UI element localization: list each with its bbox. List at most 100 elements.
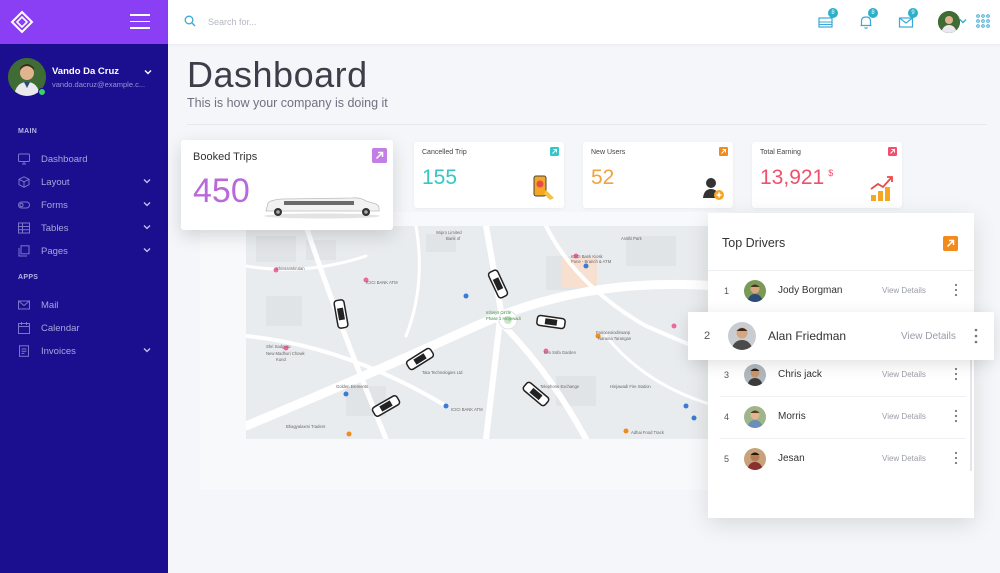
sidebar-item-layout[interactable]: Layout <box>18 173 158 191</box>
driver-row[interactable]: 1 Jody Borgman View Details <box>708 271 974 313</box>
more-vertical-icon[interactable] <box>954 451 958 465</box>
svg-text:Adhai Food Track: Adhai Food Track <box>631 430 665 435</box>
sidebar-item-label: Pages <box>41 245 68 257</box>
view-details-link[interactable]: View Details <box>882 370 926 379</box>
sidebar-header <box>0 0 168 44</box>
top-drivers-panel: Top Drivers 1 Jody Borgman View Details … <box>708 213 974 518</box>
add-user-icon <box>703 178 724 200</box>
stat-title: Cancelled Trip <box>422 149 467 156</box>
divider <box>187 124 987 125</box>
view-details-link[interactable]: View Details <box>901 331 956 342</box>
stat-card-new-users[interactable]: New Users 52 <box>583 142 733 208</box>
svg-text:Pune - Branch & ATM: Pune - Branch & ATM <box>571 259 612 264</box>
svg-text:Bank of: Bank of <box>446 236 461 241</box>
svg-text:Tata Technologies Ltd: Tata Technologies Ltd <box>422 370 463 375</box>
apps-grid-icon[interactable] <box>976 14 990 28</box>
driver-name: Jesan <box>778 453 805 464</box>
panel-title: Top Drivers <box>722 236 786 250</box>
sidebar-item-forms[interactable]: Forms <box>18 196 158 214</box>
driver-row[interactable]: 3 Chris jack View Details <box>708 355 974 397</box>
chevron-down-icon <box>143 225 151 230</box>
page-title: Dashboard <box>187 54 368 95</box>
svg-text:Telephone Exchange: Telephone Exchange <box>540 384 580 389</box>
view-details-link[interactable]: View Details <box>882 286 926 295</box>
driver-rank: 4 <box>724 412 730 422</box>
page-subtitle: This is how your company is doing it <box>187 96 388 110</box>
menu-toggle-button[interactable] <box>130 14 150 30</box>
sidebar-item-pages[interactable]: Pages <box>18 242 158 260</box>
more-vertical-icon[interactable] <box>974 328 978 344</box>
svg-text:Phase 1 Hinjewadi: Phase 1 Hinjewadi <box>486 316 521 321</box>
mail-button[interactable]: 9 <box>898 8 918 30</box>
chevron-down-icon[interactable] <box>144 68 152 76</box>
scrollbar[interactable] <box>970 341 972 471</box>
sidebar-item-invoices[interactable]: Invoices <box>18 342 158 360</box>
currency-unit: $ <box>828 168 834 178</box>
avatar <box>728 322 756 350</box>
toggle-icon <box>18 201 30 209</box>
svg-text:Bhagyalaxmi Traders: Bhagyalaxmi Traders <box>286 424 325 429</box>
notifications-button[interactable]: 8 <box>858 8 878 30</box>
chevron-down-icon <box>143 348 151 353</box>
driver-row-featured[interactable]: 2 Alan Friedman View Details <box>688 312 994 360</box>
driver-rank: 1 <box>724 286 730 296</box>
svg-text:Fairoceoiodirwanp: Fairoceoiodirwanp <box>596 330 631 335</box>
more-vertical-icon[interactable] <box>954 283 958 297</box>
trips-map[interactable]: Wipro Limited Bank of ICICI Bank Kiosk P… <box>246 226 716 439</box>
chevron-down-icon[interactable] <box>959 17 967 25</box>
view-details-link[interactable]: View Details <box>882 454 926 463</box>
earning-value: 13,921 <box>760 166 825 189</box>
logo-icon[interactable] <box>10 10 34 34</box>
arrow-up-right-icon[interactable] <box>943 236 958 251</box>
view-details-link[interactable]: View Details <box>882 412 926 421</box>
search-input[interactable] <box>208 12 388 32</box>
limousine-icon <box>264 197 380 219</box>
arrow-up-right-icon[interactable] <box>719 147 728 156</box>
invoice-icon <box>19 345 29 357</box>
messages-badge: 8 <box>828 8 838 18</box>
stat-value: 450 <box>193 172 250 210</box>
stat-card-cancelled-trip[interactable]: Cancelled Trip 155 <box>414 142 564 208</box>
profile-name: Vando Da Cruz <box>52 66 120 77</box>
driver-row[interactable]: 4 Morris View Details <box>708 397 974 439</box>
table-icon <box>18 222 30 234</box>
sidebar-item-tables[interactable]: Tables <box>18 219 158 237</box>
more-vertical-icon[interactable] <box>954 409 958 423</box>
chevron-down-icon <box>143 202 151 207</box>
sidebar-item-calendar[interactable]: Calendar <box>18 319 158 337</box>
phone-cancel-icon <box>533 175 554 200</box>
search-icon[interactable] <box>184 15 196 27</box>
messages-button[interactable]: 8 <box>818 8 838 30</box>
driver-name: Alan Friedman <box>768 329 847 343</box>
more-vertical-icon[interactable] <box>954 367 958 381</box>
svg-text:Golden Elements: Golden Elements <box>336 384 368 389</box>
arrow-up-right-icon[interactable] <box>550 147 559 156</box>
avatar <box>744 448 766 470</box>
avatar <box>938 11 960 33</box>
arrow-up-right-icon[interactable] <box>372 148 387 163</box>
notifications-badge: 8 <box>868 8 878 18</box>
user-avatar-button[interactable] <box>938 11 960 33</box>
stat-card-total-earning[interactable]: Total Earning 13,921 $ <box>752 142 902 208</box>
calendar-icon <box>18 322 30 334</box>
avatar <box>744 280 766 302</box>
svg-text:ICICI BANK ATM: ICICI BANK ATM <box>451 407 483 412</box>
driver-row[interactable]: 5 Jesan View Details <box>708 439 974 481</box>
sidebar-item-dashboard[interactable]: Dashboard <box>18 150 158 168</box>
sidebar-profile[interactable]: Vando Da Cruz vando.dacruz@example.c... <box>8 58 160 100</box>
stat-value: 13,921 $ <box>760 166 833 190</box>
driver-rank: 3 <box>724 370 730 380</box>
sidebar-item-label: Calendar <box>41 322 80 334</box>
sidebar: Vando Da Cruz vando.dacruz@example.c... … <box>0 0 168 573</box>
svg-text:ICICI BANK ATM: ICICI BANK ATM <box>366 280 398 285</box>
stat-title: Booked Trips <box>193 151 258 163</box>
driver-name: Chris jack <box>778 369 822 380</box>
driver-name: Morris <box>778 411 806 422</box>
avatar <box>744 364 766 386</box>
sidebar-item-mail[interactable]: Mail <box>18 296 158 314</box>
menu-section-main: MAIN <box>18 128 38 135</box>
sidebar-item-label: Mail <box>41 299 59 311</box>
svg-text:Shri Sadguru: Shri Sadguru <box>266 344 291 349</box>
arrow-up-right-icon[interactable] <box>888 147 897 156</box>
growth-chart-icon <box>870 176 893 201</box>
